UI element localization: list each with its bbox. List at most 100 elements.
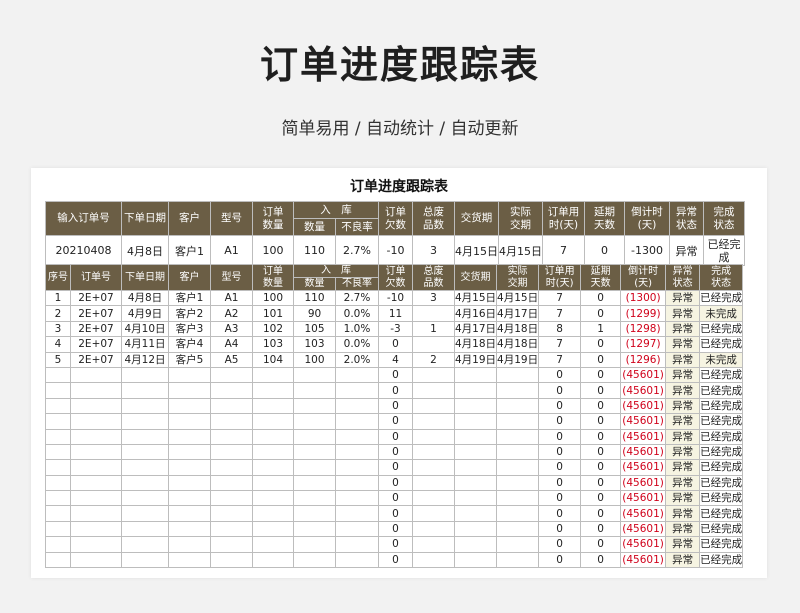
cell-shortfall[interactable]: 0 (378, 413, 413, 430)
cell-countdown[interactable]: (1298) (620, 320, 667, 338)
cell-abnormal-status[interactable]: 异常 (665, 320, 701, 338)
cell-abnormal-status[interactable]: 异常 (665, 289, 701, 307)
cell-shortfall[interactable]: 0 (378, 443, 413, 461)
cell-qty[interactable] (293, 536, 336, 553)
cell-countdown[interactable]: (45601) (620, 413, 667, 430)
cell-seq[interactable] (45, 397, 71, 415)
cell-model[interactable] (210, 413, 253, 430)
cell-delay-days[interactable]: 0 (580, 474, 622, 492)
cell-shortfall[interactable]: 4 (378, 351, 413, 368)
cell-abnormal-status[interactable]: 异常 (665, 413, 701, 430)
cell-order-time[interactable]: 0 (538, 443, 582, 461)
cell-customer[interactable] (168, 490, 211, 507)
cell-qty[interactable] (293, 474, 336, 492)
cell-order-date[interactable] (121, 397, 169, 415)
cell-seq[interactable] (45, 413, 71, 430)
cell-customer[interactable] (168, 443, 211, 461)
cell-model[interactable] (210, 536, 253, 553)
cell-seq[interactable] (45, 520, 71, 538)
cell-delivery-date[interactable] (453, 428, 498, 445)
cell-order-date[interactable] (121, 382, 169, 399)
cell-order-qty[interactable] (252, 428, 294, 445)
cell-actual-delivery[interactable] (496, 536, 540, 553)
cell-order-qty[interactable]: 102 (252, 320, 294, 338)
cell-seq[interactable] (45, 459, 71, 476)
cell-qty[interactable] (293, 551, 336, 569)
cell-total-scrap[interactable] (412, 397, 455, 415)
order-number-input[interactable]: 20210408 (45, 235, 122, 266)
cell-total-scrap[interactable]: 1 (412, 320, 455, 338)
cell-order-date[interactable] (121, 520, 169, 538)
cell-model[interactable]: A1 (210, 289, 253, 307)
cell-seq[interactable] (45, 428, 71, 445)
cell-seq[interactable] (45, 474, 71, 492)
cell-delivery-date[interactable] (453, 443, 498, 461)
cell-actual-delivery[interactable]: 4月19日 (496, 351, 540, 368)
cell-seq[interactable] (45, 505, 71, 522)
cell-order-qty[interactable] (252, 382, 294, 399)
cell-seq[interactable] (45, 382, 71, 399)
cell-delivery-date[interactable] (453, 551, 498, 569)
cell-countdown[interactable]: (45601) (620, 382, 667, 399)
cell-abnormal-status[interactable]: 异常 (665, 382, 701, 399)
cell-delivery-date[interactable] (453, 505, 498, 522)
cell-delay-days[interactable]: 0 (580, 443, 622, 461)
cell-order-date[interactable] (121, 428, 169, 445)
cell-qty[interactable] (293, 505, 336, 522)
cell-order-date[interactable] (121, 413, 169, 430)
cell-qty[interactable] (293, 520, 336, 538)
cell-order-qty[interactable]: 104 (252, 351, 294, 368)
cell-abnormal-status[interactable]: 异常 (665, 351, 701, 368)
cell-delivery-date[interactable] (453, 536, 498, 553)
cell-order-qty[interactable] (252, 474, 294, 492)
cell-actual-delivery[interactable] (496, 490, 540, 507)
cell-delay-days[interactable]: 0 (580, 397, 622, 415)
cell-actual-delivery[interactable] (496, 413, 540, 430)
cell-order-date[interactable]: 4月12日 (121, 351, 169, 368)
cell-shortfall[interactable]: 0 (378, 397, 413, 415)
cell-delivery-date[interactable] (453, 382, 498, 399)
cell-qty[interactable] (293, 490, 336, 507)
cell-actual-delivery[interactable] (496, 474, 540, 492)
cell-abnormal-status[interactable]: 异常 (665, 397, 701, 415)
cell-order-date[interactable] (121, 490, 169, 507)
cell-defect-rate[interactable]: 1.0% (335, 320, 379, 338)
cell-order-no[interactable]: 2E+07 (70, 289, 122, 307)
cell-countdown[interactable]: (45601) (620, 536, 667, 553)
cell-shortfall[interactable]: -3 (378, 320, 413, 338)
cell-model[interactable]: A3 (210, 320, 253, 338)
cell-defect-rate[interactable]: 2.7% (335, 289, 379, 307)
cell-abnormal-status[interactable]: 异常 (665, 336, 701, 353)
cell-actual-delivery[interactable]: 4月18日 (496, 320, 540, 338)
cell-seq[interactable] (45, 366, 71, 384)
cell-complete-status[interactable]: 已经完成 (699, 289, 744, 307)
cell-countdown[interactable]: (45601) (620, 520, 667, 538)
cell-actual-delivery[interactable] (496, 551, 540, 569)
cell-countdown[interactable]: (1300) (620, 289, 667, 307)
cell-total-scrap[interactable] (412, 505, 455, 522)
cell-customer[interactable] (168, 505, 211, 522)
cell-total-scrap[interactable] (412, 520, 455, 538)
cell-customer[interactable] (168, 536, 211, 553)
cell-shortfall[interactable]: 0 (378, 536, 413, 553)
cell-order-no[interactable] (70, 443, 122, 461)
cell-delay-days[interactable]: 0 (580, 366, 622, 384)
cell-order-qty[interactable]: 100 (252, 289, 294, 307)
cell-seq[interactable] (45, 443, 71, 461)
cell-total-scrap[interactable] (412, 382, 455, 399)
cell-abnormal-status[interactable]: 异常 (665, 520, 701, 538)
cell-delivery-date[interactable] (453, 459, 498, 476)
cell-abnormal-status[interactable]: 异常 (665, 366, 701, 384)
cell-customer[interactable] (168, 397, 211, 415)
cell-order-time[interactable]: 0 (538, 428, 582, 445)
cell-actual-delivery[interactable] (496, 397, 540, 415)
cell-delivery-date[interactable] (453, 490, 498, 507)
cell-model[interactable] (210, 428, 253, 445)
cell-countdown[interactable]: (45601) (620, 428, 667, 445)
cell-order-date[interactable] (121, 366, 169, 384)
cell-qty[interactable]: 103 (293, 336, 336, 353)
cell-order-qty[interactable] (252, 520, 294, 538)
cell-complete-status[interactable]: 已经完成 (699, 520, 744, 538)
cell-countdown[interactable]: (45601) (620, 505, 667, 522)
cell-delivery-date[interactable] (453, 397, 498, 415)
